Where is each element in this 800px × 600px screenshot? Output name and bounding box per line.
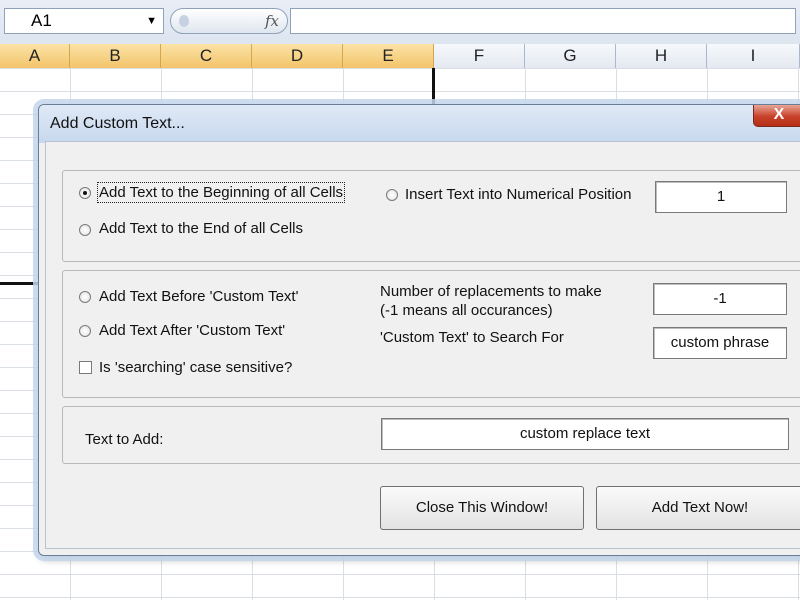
expand-handle-icon[interactable] (179, 15, 189, 27)
column-header-g[interactable]: G (525, 44, 616, 68)
radio-after-custom-text[interactable] (79, 325, 91, 337)
replacements-hint: (-1 means all occurances) (380, 302, 553, 319)
chevron-down-icon[interactable]: ▼ (146, 9, 157, 33)
column-header-d[interactable]: D (252, 44, 343, 68)
radio-numerical-position[interactable] (386, 189, 398, 201)
search-text-input[interactable]: custom phrase (653, 327, 787, 359)
add-custom-text-dialog: Add Custom Text... X Add Text to the Beg… (38, 104, 800, 556)
replacements-input[interactable]: -1 (653, 283, 787, 315)
radio-beginning[interactable] (79, 187, 91, 199)
column-header-f[interactable]: F (434, 44, 525, 68)
radio-numerical-position-label[interactable]: Insert Text into Numerical Position (405, 186, 632, 203)
radio-before-label[interactable]: Add Text Before 'Custom Text' (99, 288, 298, 305)
column-header-i[interactable]: I (707, 44, 800, 68)
close-window-button[interactable]: Close This Window! (380, 486, 584, 530)
case-sensitive-checkbox[interactable] (79, 361, 92, 374)
search-text-label: 'Custom Text' to Search For (380, 329, 564, 346)
radio-end[interactable] (79, 224, 91, 236)
replacements-label: Number of replacements to make (380, 283, 602, 300)
insert-function-control[interactable]: fx (170, 8, 288, 34)
column-header-e[interactable]: E (343, 44, 434, 68)
dialog-body: Add Text to the Beginning of all Cells A… (45, 141, 800, 549)
position-options-frame: Add Text to the Beginning of all Cells A… (62, 170, 800, 262)
add-text-button[interactable]: Add Text Now! (596, 486, 800, 530)
column-header-c[interactable]: C (161, 44, 252, 68)
text-to-add-input[interactable]: custom replace text (381, 418, 789, 450)
radio-after-label[interactable]: Add Text After 'Custom Text' (99, 322, 285, 339)
text-to-add-label: Text to Add: (85, 431, 164, 448)
radio-beginning-label[interactable]: Add Text to the Beginning of all Cells (96, 182, 346, 203)
case-sensitive-label[interactable]: Is 'searching' case sensitive? (99, 359, 292, 376)
fx-icon[interactable]: fx (265, 12, 279, 30)
column-header-a[interactable]: A (0, 44, 70, 68)
dialog-titlebar[interactable]: Add Custom Text... X (39, 105, 800, 143)
name-box-value: A1 (31, 11, 52, 30)
close-icon[interactable]: X (753, 105, 800, 127)
name-box[interactable]: A1 ▼ (4, 8, 164, 34)
radio-end-label[interactable]: Add Text to the End of all Cells (99, 220, 303, 237)
column-header-h[interactable]: H (616, 44, 707, 68)
column-header-b[interactable]: B (70, 44, 161, 68)
formula-input[interactable] (290, 8, 796, 34)
radio-before-custom-text[interactable] (79, 291, 91, 303)
dialog-title: Add Custom Text... (50, 115, 185, 132)
formula-bar: A1 ▼ fx (0, 0, 800, 45)
position-input[interactable]: 1 (655, 181, 787, 213)
search-options-frame: Add Text Before 'Custom Text' Add Text A… (62, 270, 800, 398)
column-headers: A B C D E F G H I (0, 44, 800, 69)
text-to-add-frame: Text to Add: custom replace text (62, 406, 800, 464)
